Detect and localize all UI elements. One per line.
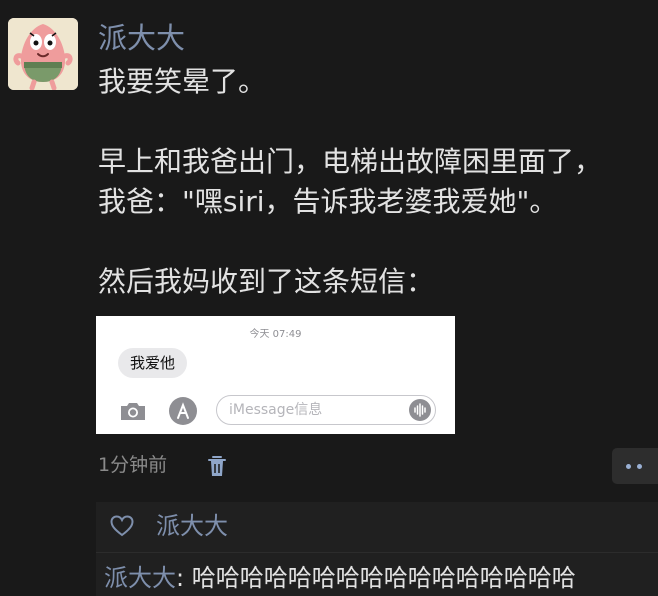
comment-author[interactable]: 派大大 [104, 564, 176, 592]
interaction-panel: 派大大 派大大: 哈哈哈哈哈哈哈哈哈哈哈哈哈哈哈哈 [96, 502, 658, 596]
trash-icon[interactable] [206, 454, 228, 478]
app-store-icon [169, 397, 197, 425]
avatar[interactable] [8, 18, 78, 90]
liker-name[interactable]: 派大大 [156, 508, 228, 544]
message-timestamp: 今天 07:49 [249, 329, 302, 340]
received-message-bubble: 我爱他 [118, 348, 188, 378]
author-name[interactable]: 派大大 [98, 18, 185, 58]
attached-screenshot[interactable]: 今天 07:49 我爱他 iMessage信息 [96, 316, 455, 434]
more-button[interactable] [612, 448, 658, 484]
post-line: 我要笑晕了。 [98, 65, 267, 98]
patrick-avatar-icon [8, 18, 78, 90]
post-line: 然后我妈收到了这条短信： [98, 265, 435, 298]
post-line: 我爸："嘿siri，告诉我老婆我爱她"。 [98, 185, 558, 218]
heart-icon [110, 515, 134, 537]
likes-row: 派大大 [96, 502, 658, 553]
comment-text: 哈哈哈哈哈哈哈哈哈哈哈哈哈哈哈哈 [191, 564, 576, 592]
comment-separator: : [176, 564, 192, 592]
audio-waveform-icon [409, 399, 431, 421]
post-line: 早上和我爸出门，电梯出故障困里面了， [98, 145, 603, 178]
more-dot-icon [626, 464, 631, 469]
post-time: 1分钟前 [98, 454, 168, 476]
moments-post: 派大大 我要笑晕了。 早上和我爸出门，电梯出故障困里面了， 我爸："嘿siri，… [0, 0, 658, 596]
comment[interactable]: 派大大: 哈哈哈哈哈哈哈哈哈哈哈哈哈哈哈哈 [104, 560, 576, 596]
imessage-input: iMessage信息 [216, 395, 436, 425]
camera-icon [121, 403, 145, 420]
imessage-placeholder: iMessage信息 [229, 402, 323, 418]
more-dot-icon [637, 464, 642, 469]
